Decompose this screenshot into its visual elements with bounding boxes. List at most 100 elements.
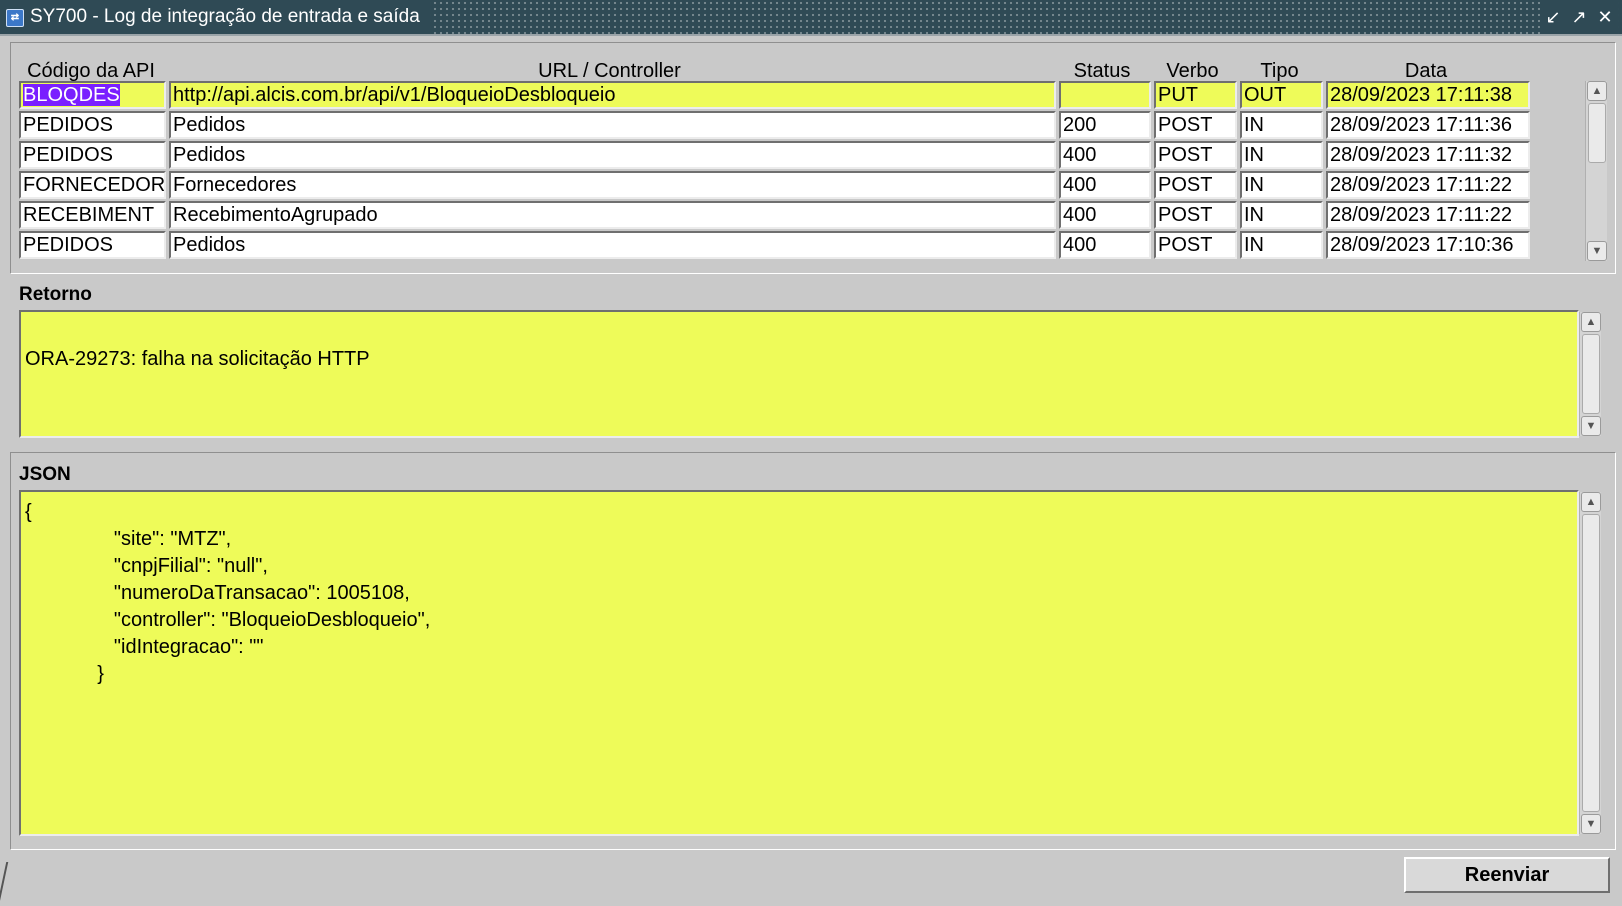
cell-verbo[interactable]: PUT <box>1154 81 1237 109</box>
cell-url[interactable]: http://api.alcis.com.br/api/v1/BloqueioD… <box>169 81 1056 109</box>
cell-status[interactable]: 400 <box>1059 201 1151 229</box>
cell-data-text: 28/09/2023 17:11:36 <box>1330 114 1513 136</box>
cell-url[interactable]: Fornecedores <box>169 171 1056 199</box>
maximize-icon[interactable]: ↗ <box>1566 0 1592 34</box>
json-field[interactable]: { "site": "MTZ", "cnpjFilial": "null", "… <box>19 490 1579 836</box>
cell-verbo-text: POST <box>1158 144 1213 166</box>
cell-codigo[interactable]: RECEBIMENT <box>19 201 166 229</box>
cell-verbo[interactable]: POST <box>1154 111 1237 139</box>
cell-status-text: 400 <box>1063 144 1097 166</box>
cell-url[interactable]: Pedidos <box>169 231 1056 259</box>
cell-url-text: http://api.alcis.com.br/api/v1/BloqueioD… <box>173 84 616 106</box>
cell-tipo[interactable]: IN <box>1240 111 1323 139</box>
cell-data-text: 28/09/2023 17:11:22 <box>1330 204 1513 226</box>
header-status: Status <box>1073 60 1131 82</box>
cell-status[interactable]: 400 <box>1059 231 1151 259</box>
cell-url-text: RecebimentoAgrupado <box>173 204 378 226</box>
app-icon: ⇄ <box>6 9 24 27</box>
cell-codigo[interactable]: BLOQDES <box>19 81 166 109</box>
cell-status-text: 200 <box>1063 114 1097 136</box>
cell-codigo-text: RECEBIMENT <box>23 204 155 226</box>
json-line: "numeroDaTransacao": 1005108, <box>25 582 410 604</box>
cell-status-text: 400 <box>1063 174 1097 196</box>
cell-tipo[interactable]: IN <box>1240 141 1323 169</box>
cell-verbo-text: PUT <box>1158 84 1198 106</box>
reenviar-button[interactable]: Reenviar <box>1404 857 1610 893</box>
cell-verbo[interactable]: POST <box>1154 171 1237 199</box>
cell-verbo[interactable]: POST <box>1154 201 1237 229</box>
json-line: "idIntegracao": "" <box>25 636 264 658</box>
cell-codigo-text: BLOQDES <box>23 84 120 106</box>
scroll-down-icon[interactable]: ▼ <box>1581 416 1601 436</box>
cell-url[interactable]: Pedidos <box>169 141 1056 169</box>
cell-tipo[interactable]: IN <box>1240 201 1323 229</box>
cell-codigo[interactable]: PEDIDOS <box>19 141 166 169</box>
cell-tipo-text: IN <box>1244 114 1264 136</box>
cell-verbo-text: POST <box>1158 174 1213 196</box>
retorno-field[interactable]: ORA-29273: falha na solicitação HTTP <box>19 310 1579 438</box>
window-title: SY700 - Log de integração de entrada e s… <box>30 6 420 27</box>
cell-verbo[interactable]: POST <box>1154 141 1237 169</box>
scroll-down-icon[interactable]: ▼ <box>1581 814 1601 834</box>
cell-data[interactable]: 28/09/2023 17:11:36 <box>1326 111 1530 139</box>
resize-grip <box>0 862 9 902</box>
scroll-thumb[interactable] <box>1582 514 1600 812</box>
cell-codigo-text: PEDIDOS <box>23 144 114 166</box>
cell-url-text: Pedidos <box>173 144 246 166</box>
cell-status-text: 400 <box>1063 234 1097 256</box>
log-grid: Código da API URL / Controller Status Ve… <box>10 42 1616 274</box>
cell-status[interactable]: 200 <box>1059 111 1151 139</box>
cell-codigo[interactable]: PEDIDOS <box>19 231 166 259</box>
json-line: "site": "MTZ", <box>25 528 232 550</box>
cell-status[interactable]: 400 <box>1059 171 1151 199</box>
scroll-thumb[interactable] <box>1582 334 1600 414</box>
minimize-icon[interactable]: ↙ <box>1540 0 1566 34</box>
header-tipo: Tipo <box>1260 60 1299 82</box>
cell-data-text: 28/09/2023 17:10:36 <box>1330 234 1514 256</box>
cell-tipo-text: IN <box>1244 234 1264 256</box>
cell-data[interactable]: 28/09/2023 17:10:36 <box>1326 231 1530 259</box>
cell-data-text: 28/09/2023 17:11:32 <box>1330 144 1513 166</box>
grid-scrollbar[interactable]: ▲ ▼ <box>1585 81 1607 261</box>
json-line: "controller": "BloqueioDesbloqueio", <box>25 609 431 631</box>
header-verbo: Verbo <box>1166 60 1219 82</box>
cell-verbo-text: POST <box>1158 204 1213 226</box>
cell-data[interactable]: 28/09/2023 17:11:22 <box>1326 171 1530 199</box>
cell-tipo[interactable]: IN <box>1240 231 1323 259</box>
cell-codigo[interactable]: FORNECEDOR <box>19 171 166 199</box>
cell-status[interactable]: 400 <box>1059 141 1151 169</box>
window-controls: ↙ ↗ ✕ <box>1540 0 1618 34</box>
scroll-up-icon[interactable]: ▲ <box>1581 312 1601 332</box>
cell-tipo[interactable]: OUT <box>1240 81 1323 109</box>
scroll-up-icon[interactable]: ▲ <box>1581 492 1601 512</box>
header-data: Data <box>1404 60 1448 82</box>
cell-data[interactable]: 28/09/2023 17:11:38 <box>1326 81 1530 109</box>
cell-url-text: Fornecedores <box>173 174 297 196</box>
cell-url-text: Pedidos <box>173 114 246 136</box>
cell-tipo-text: IN <box>1244 144 1264 166</box>
cell-data[interactable]: 28/09/2023 17:11:32 <box>1326 141 1530 169</box>
scroll-down-icon[interactable]: ▼ <box>1587 241 1607 261</box>
json-scrollbar[interactable]: ▲ ▼ <box>1579 492 1601 834</box>
cell-verbo[interactable]: POST <box>1154 231 1237 259</box>
json-line: "cnpjFilial": "null", <box>25 555 268 577</box>
json-line: } <box>25 663 104 685</box>
close-icon[interactable]: ✕ <box>1592 0 1618 34</box>
cell-tipo-text: IN <box>1244 204 1264 226</box>
scroll-thumb[interactable] <box>1588 103 1606 163</box>
cell-codigo-text: FORNECEDOR <box>23 174 166 196</box>
cell-codigo[interactable]: PEDIDOS <box>19 111 166 139</box>
cell-tipo-text: IN <box>1244 174 1264 196</box>
cell-verbo-text: POST <box>1158 114 1213 136</box>
scroll-up-icon[interactable]: ▲ <box>1587 81 1607 101</box>
json-label: JSON <box>19 464 71 485</box>
cell-url[interactable]: Pedidos <box>169 111 1056 139</box>
cell-data-text: 28/09/2023 17:11:22 <box>1330 174 1513 196</box>
cell-data[interactable]: 28/09/2023 17:11:22 <box>1326 201 1530 229</box>
retorno-text: ORA-29273: falha na solicitação HTTP <box>25 348 370 370</box>
cell-url-text: Pedidos <box>173 234 246 256</box>
cell-url[interactable]: RecebimentoAgrupado <box>169 201 1056 229</box>
retorno-scrollbar[interactable]: ▲ ▼ <box>1579 312 1601 436</box>
cell-status[interactable] <box>1059 81 1151 109</box>
cell-tipo[interactable]: IN <box>1240 171 1323 199</box>
